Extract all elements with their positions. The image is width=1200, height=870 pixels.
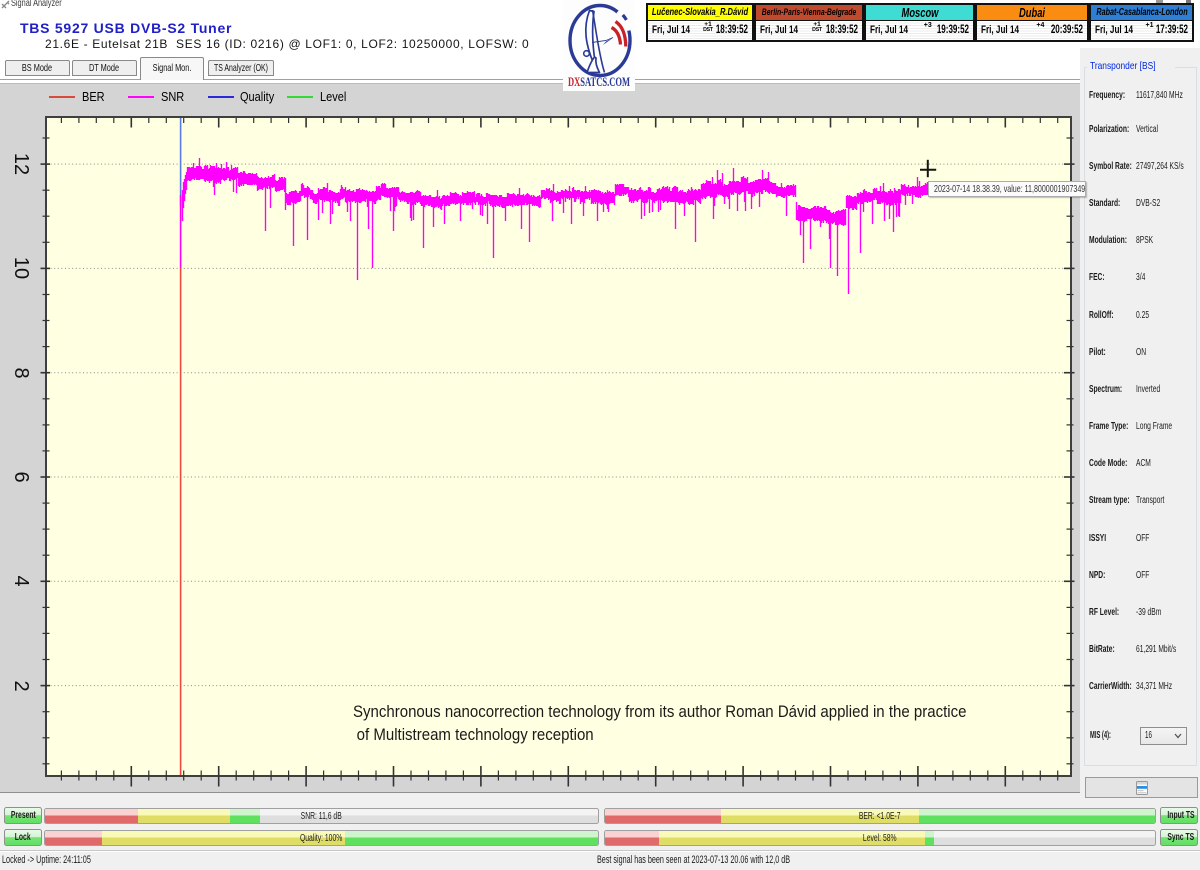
svg-text:DXSATCS.COM: DXSATCS.COM xyxy=(568,75,630,89)
